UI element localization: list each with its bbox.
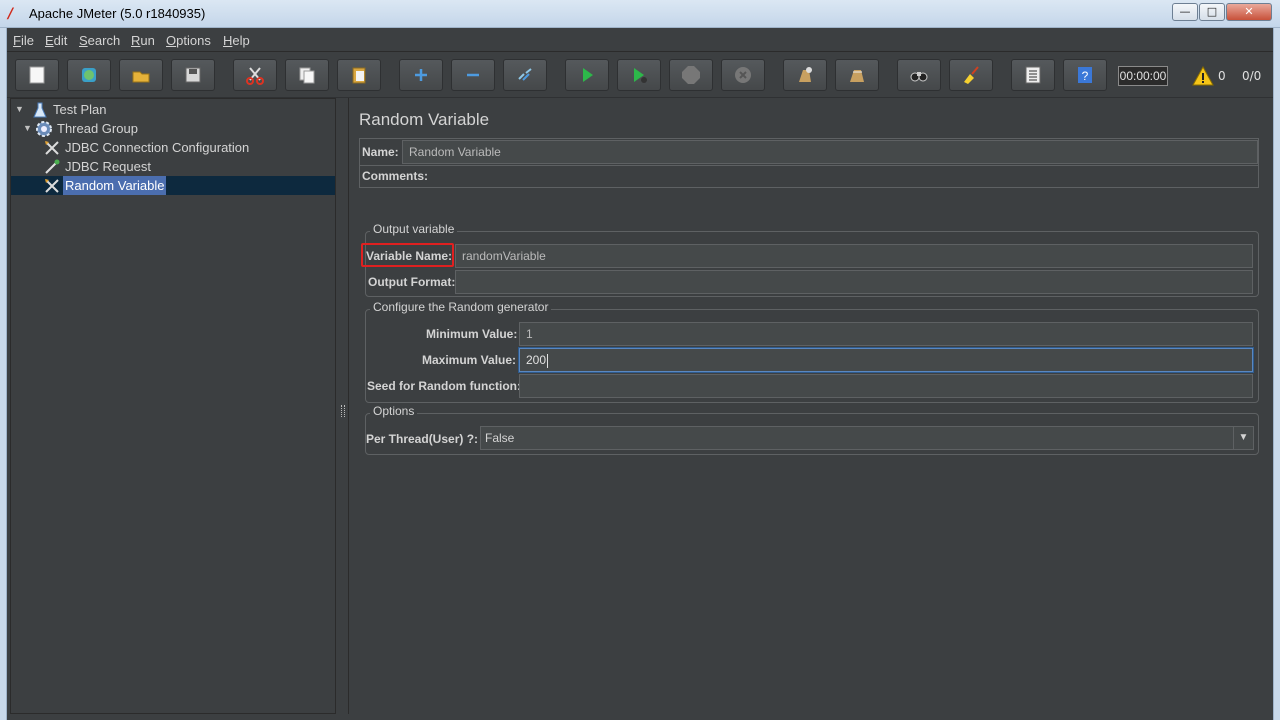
menu-options[interactable]: Options xyxy=(166,33,211,48)
function-helper-button[interactable] xyxy=(1011,59,1055,91)
clear-all-icon xyxy=(850,70,864,82)
per-thread-label: Per Thread(User) ?: xyxy=(366,432,479,446)
output-format-field[interactable] xyxy=(455,270,1253,294)
start-icon xyxy=(583,68,593,82)
options-title: Options xyxy=(370,404,418,418)
menu-help[interactable]: Help xyxy=(223,33,250,48)
collapse-all-button[interactable] xyxy=(451,59,495,91)
maximize-button[interactable]: □ xyxy=(1199,3,1225,21)
open-button[interactable] xyxy=(119,59,163,91)
name-label: Name: xyxy=(362,145,399,159)
config-element-icon xyxy=(45,179,59,193)
output-variable-title: Output variable xyxy=(370,222,458,236)
stop-button[interactable] xyxy=(669,59,713,91)
expand-icon xyxy=(415,69,427,81)
search-button[interactable] xyxy=(897,59,941,91)
help-icon: ? xyxy=(1078,67,1092,83)
sampler-icon xyxy=(45,159,60,174)
menu-file[interactable]: File xyxy=(13,33,34,48)
maximum-value-label: Maximum Value: xyxy=(422,353,517,367)
cut-button[interactable] xyxy=(233,59,277,91)
reset-search-button[interactable] xyxy=(949,59,993,91)
save-icon xyxy=(185,67,201,83)
seed-field[interactable] xyxy=(519,374,1253,398)
tree-node-thread-group[interactable]: ▼ Thread Group xyxy=(23,119,323,138)
clear-icon xyxy=(799,67,812,82)
comments-label: Comments: xyxy=(362,169,429,183)
expand-toggle-icon[interactable]: ▼ xyxy=(15,100,25,119)
name-row: Name: Random Variable xyxy=(359,138,1259,166)
drag-grip-icon xyxy=(341,405,345,417)
window-titlebar: / Apache JMeter (5.0 r1840935) — □ ✕ xyxy=(0,0,1280,28)
new-button[interactable] xyxy=(15,59,59,91)
dropdown-arrow-icon[interactable]: ▼ xyxy=(1233,427,1253,449)
expand-toggle-icon[interactable]: ▼ xyxy=(23,119,33,138)
warning-count: 0 xyxy=(1218,69,1226,83)
per-thread-select[interactable]: False ▼ xyxy=(480,426,1254,450)
minimum-value-field[interactable]: 1 xyxy=(519,322,1253,346)
toggle-button[interactable] xyxy=(503,59,547,91)
tree-node-random-variable[interactable]: Random Variable xyxy=(43,176,333,195)
svg-text:?: ? xyxy=(1082,69,1089,83)
split-pane-divider[interactable] xyxy=(338,98,348,714)
shutdown-icon xyxy=(735,67,751,83)
copy-icon xyxy=(299,67,315,84)
warning-icon[interactable] xyxy=(1192,66,1214,86)
menu-edit[interactable]: Edit xyxy=(45,33,67,48)
thread-group-icon xyxy=(36,121,52,137)
templates-icon xyxy=(82,68,96,82)
active-threads-count: 0/0 xyxy=(1242,69,1262,83)
stop-icon xyxy=(682,66,700,84)
save-button[interactable] xyxy=(171,59,215,91)
variable-name-label: Variable Name: xyxy=(366,249,453,263)
clear-button[interactable] xyxy=(783,59,827,91)
toggle-icon xyxy=(518,68,532,81)
cut-icon xyxy=(246,67,264,85)
shutdown-button[interactable] xyxy=(721,59,765,91)
tree-node-jdbc-request[interactable]: JDBC Request xyxy=(43,157,333,176)
text-caret xyxy=(547,353,549,368)
close-button[interactable]: ✕ xyxy=(1226,3,1272,21)
copy-button[interactable] xyxy=(285,59,329,91)
config-element-icon xyxy=(45,141,59,155)
variable-name-field[interactable]: randomVariable xyxy=(455,244,1253,268)
help-button[interactable]: ? xyxy=(1063,59,1107,91)
output-format-label: Output Format: xyxy=(368,275,456,289)
function-helper-icon xyxy=(1025,66,1041,84)
minimum-value-label: Minimum Value: xyxy=(426,327,518,341)
elapsed-timer: 00:00:00 xyxy=(1118,66,1168,86)
config-panel: Random Variable Name: Random Variable Co… xyxy=(348,98,1273,714)
paste-button[interactable] xyxy=(337,59,381,91)
paste-icon xyxy=(352,67,366,84)
test-plan-icon xyxy=(33,102,47,118)
tree-node-test-plan[interactable]: ▼ Test Plan xyxy=(15,100,315,119)
test-plan-tree[interactable]: ▼ Test Plan ▼ Thread Group JDBC Connecti… xyxy=(10,98,336,714)
jmeter-feather-icon: / xyxy=(8,6,14,22)
comments-row: Comments: xyxy=(359,166,1259,188)
search-icon xyxy=(910,72,928,82)
start-no-pauses-icon xyxy=(634,68,647,83)
toolbar: ? xyxy=(7,54,1273,98)
start-button[interactable] xyxy=(565,59,609,91)
name-field[interactable]: Random Variable xyxy=(402,140,1258,164)
clear-all-button[interactable] xyxy=(835,59,879,91)
open-icon xyxy=(132,71,150,83)
seed-label: Seed for Random function: xyxy=(367,379,521,393)
start-no-pauses-button[interactable] xyxy=(617,59,661,91)
reset-search-icon xyxy=(964,66,979,84)
new-icon xyxy=(29,66,45,84)
random-generator-title: Configure the Random generator xyxy=(370,300,552,314)
collapse-icon xyxy=(467,73,479,77)
menu-run[interactable]: Run xyxy=(131,33,155,48)
jmeter-app: File Edit Search Run Options Help ? 00:0… xyxy=(6,28,1274,720)
panel-title: Random Variable xyxy=(359,110,490,129)
menu-search[interactable]: Search xyxy=(79,33,120,48)
window-title: Apache JMeter (5.0 r1840935) xyxy=(29,6,206,21)
templates-button[interactable] xyxy=(67,59,111,91)
maximum-value-field[interactable]: 200 xyxy=(519,348,1253,372)
tree-node-jdbc-connection[interactable]: JDBC Connection Configuration xyxy=(43,138,333,157)
expand-all-button[interactable] xyxy=(399,59,443,91)
menu-bar: File Edit Search Run Options Help xyxy=(7,28,1273,52)
minimize-button[interactable]: — xyxy=(1172,3,1198,21)
